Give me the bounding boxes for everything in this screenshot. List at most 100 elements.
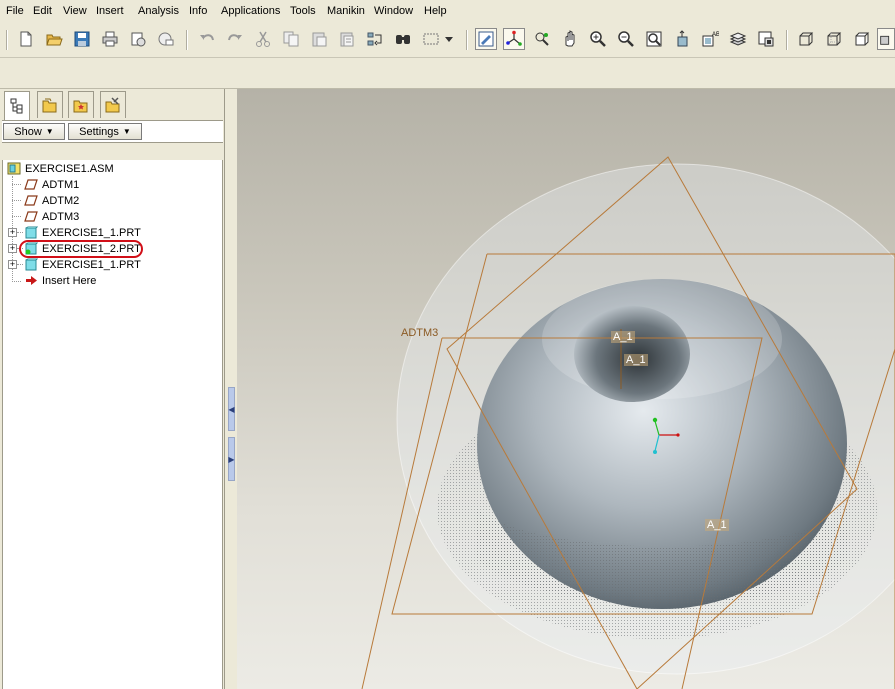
tree-item-label: ADTM3 [42, 210, 80, 223]
menu-insert[interactable]: Insert [96, 5, 124, 17]
menu-analysis[interactable]: Analysis [138, 5, 179, 17]
menu-tools[interactable]: Tools [290, 5, 316, 17]
collapse-left-icon[interactable]: ◀ [228, 387, 235, 431]
model-tree-icon [10, 98, 23, 114]
no-hidden-icon[interactable] [851, 28, 873, 50]
tree-item-label: EXERCISE1_1.PRT [42, 258, 141, 271]
expand-icon[interactable]: + [8, 244, 17, 253]
toolbar-separator [786, 30, 788, 50]
tree-item-insert-here[interactable]: Insert Here [23, 273, 96, 288]
tree-connector [12, 200, 21, 201]
layers-icon[interactable] [727, 28, 749, 50]
print-icon[interactable] [99, 28, 121, 50]
model-viewport[interactable] [237, 89, 895, 689]
expand-right-icon[interactable]: ▶ [228, 437, 235, 481]
tree-connector [12, 281, 21, 282]
selection-highlight [19, 240, 143, 258]
settings-button-label: Settings [79, 125, 119, 138]
datum-plane-icon [23, 210, 39, 224]
tree-item-part[interactable]: EXERCISE1_1.PRT [23, 225, 141, 240]
datum-plane-icon [23, 194, 39, 208]
menu-view[interactable]: View [63, 5, 87, 17]
menu-applications[interactable]: Applications [221, 5, 280, 17]
send-icon[interactable] [127, 28, 149, 50]
tree-item-adtm1[interactable]: ADTM1 [23, 177, 79, 192]
refit-icon[interactable] [643, 28, 665, 50]
axis-tag: A_1 [611, 331, 635, 343]
paste-icon[interactable] [308, 28, 330, 50]
tree-item-label: EXERCISE1_1.PRT [42, 226, 141, 239]
tree-item-adtm2[interactable]: ADTM2 [23, 193, 79, 208]
wireframe-icon[interactable] [795, 28, 817, 50]
shading-icon[interactable] [877, 28, 895, 50]
assembly-icon [6, 162, 22, 176]
save-icon[interactable] [71, 28, 93, 50]
menu-edit[interactable]: Edit [33, 5, 52, 17]
orient-mode-icon[interactable] [531, 28, 553, 50]
view-manager-icon[interactable] [755, 28, 777, 50]
tree-item-adtm3[interactable]: ADTM3 [23, 209, 79, 224]
saved-views-icon[interactable]: AB [699, 28, 721, 50]
tree-root-label: EXERCISE1.ASM [25, 162, 114, 175]
tree-connector [12, 184, 21, 185]
connections-tab[interactable] [100, 91, 126, 118]
menu-file[interactable]: File [6, 5, 24, 17]
svg-text:AB: AB [712, 32, 719, 38]
menu-manikin[interactable]: Manikin [327, 5, 365, 17]
undo-icon[interactable] [196, 28, 218, 50]
reorient-icon[interactable] [671, 28, 693, 50]
datum-label-adtm3: ADTM3 [401, 327, 439, 339]
select-box-icon[interactable] [420, 28, 442, 50]
expand-icon[interactable]: + [8, 228, 17, 237]
email-icon[interactable] [155, 28, 177, 50]
folder-browser-tab[interactable] [37, 91, 63, 118]
connections-icon [105, 97, 120, 113]
axis-tag: A_1 [624, 354, 648, 366]
folder-icon [42, 98, 57, 113]
new-icon[interactable] [15, 28, 37, 50]
tree-root-assembly[interactable]: EXERCISE1.ASM [6, 161, 114, 176]
dashboard-area [0, 58, 895, 89]
zoom-in-icon[interactable] [587, 28, 609, 50]
menu-bar: File Edit View Insert Analysis Info Appl… [0, 0, 895, 23]
spin-center-icon[interactable] [503, 28, 525, 50]
favorites-tab[interactable] [68, 91, 94, 118]
copy-icon[interactable] [280, 28, 302, 50]
open-icon[interactable] [43, 28, 65, 50]
find-icon[interactable] [392, 28, 414, 50]
cut-icon[interactable] [252, 28, 274, 50]
show-button-label: Show [14, 125, 42, 138]
navigator-panel: Show ▼ Settings ▼ EXERCISE1.ASM ADTM1 ADTM… [0, 89, 224, 689]
chevron-down-icon: ▼ [45, 127, 54, 136]
show-button[interactable]: Show ▼ [3, 123, 65, 140]
panel-splitter[interactable]: ◀ ▶ [224, 89, 238, 689]
menu-window[interactable]: Window [374, 5, 413, 17]
repaint-icon[interactable] [475, 28, 497, 50]
tree-column-header [2, 142, 223, 161]
part-icon [23, 226, 39, 240]
toolbar-separator [186, 30, 188, 50]
pan-icon[interactable] [559, 28, 581, 50]
hidden-line-icon[interactable] [823, 28, 845, 50]
expand-icon[interactable]: + [8, 260, 17, 269]
tree-item-part[interactable]: EXERCISE1_1.PRT [23, 257, 141, 272]
tree-toolbar: Show ▼ Settings ▼ [2, 120, 223, 143]
zoom-out-icon[interactable] [615, 28, 637, 50]
settings-button[interactable]: Settings ▼ [68, 123, 142, 140]
tree-item-label: Insert Here [42, 274, 97, 287]
tree-item-label: ADTM2 [42, 194, 80, 207]
toolbar-separator [6, 30, 8, 50]
dropdown-icon[interactable] [442, 28, 456, 50]
menu-help[interactable]: Help [424, 5, 447, 17]
regenerate-icon[interactable] [364, 28, 386, 50]
part-icon [23, 258, 39, 272]
paste-special-icon[interactable] [336, 28, 358, 50]
tree-connector [12, 216, 21, 217]
model-tree-tab[interactable] [4, 91, 30, 120]
redo-icon[interactable] [224, 28, 246, 50]
tree-item-label: ADTM1 [42, 178, 80, 191]
datum-plane-icon [23, 178, 39, 192]
menu-info[interactable]: Info [189, 5, 207, 17]
toolbar-separator [466, 30, 468, 50]
graphics-window[interactable]: ADTM3 A_1 A_1 A_1 [237, 89, 895, 689]
